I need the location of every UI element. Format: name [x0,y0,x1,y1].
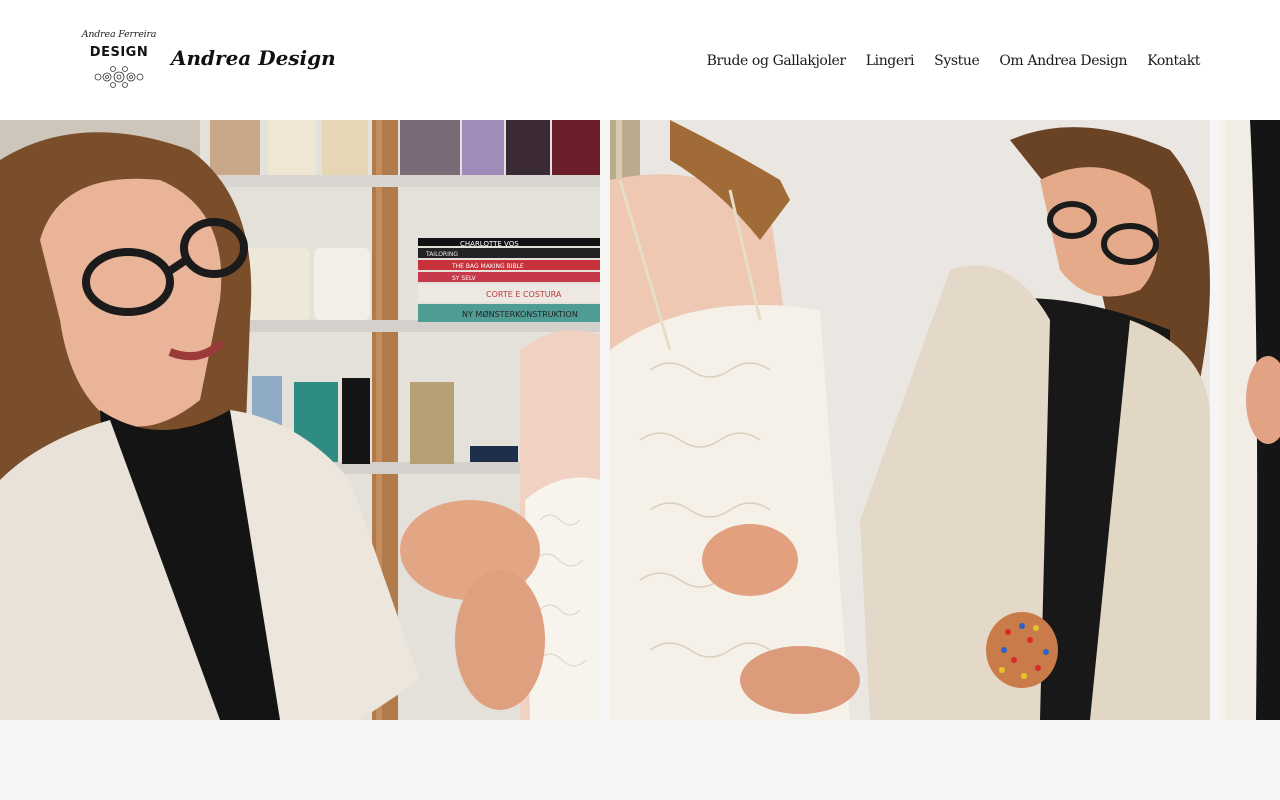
nav-lingeri[interactable]: Lingeri [866,53,915,69]
brand-name: Andrea Design [171,46,336,70]
page-footer-area [0,720,1280,800]
brand-logo: Andrea Ferreira DESIGN [80,28,158,92]
nav-kontakt[interactable]: Kontakt [1147,53,1200,69]
book-title-3: THE BAG MAKING BIBLE [451,263,524,270]
gallery-slide-3[interactable] [1220,120,1280,720]
photo-gallery[interactable]: CHARLOTTE VOS TAILORING THE BAG MAKING B… [0,120,1280,720]
main-navigation: Brude og Gallakjoler Lingeri Systue Om A… [707,49,1201,73]
seamstress-photo-3 [1220,120,1280,720]
logo-design-word: DESIGN [89,45,149,60]
home-logo-link[interactable]: Andrea Ferreira DESIGN Andrea Design [80,28,336,92]
gallery-slide-1[interactable]: CHARLOTTE VOS TAILORING THE BAG MAKING B… [0,120,600,720]
seamstress-photo-1: CHARLOTTE VOS TAILORING THE BAG MAKING B… [0,120,600,720]
book-title-4: SY SELV [452,275,477,282]
nav-brude-og-gallakjoler[interactable]: Brude og Gallakjoler [707,53,846,69]
book-title-1: CHARLOTTE VOS [460,240,519,248]
lace-ornament-icon [94,66,144,88]
book-title-5: CORTE E COSTURA [486,290,562,299]
seamstress-photo-2 [610,120,1210,720]
logo-script-text: Andrea Ferreira [81,29,157,40]
gallery-slide-2[interactable] [610,120,1210,720]
book-title-2: TAILORING [425,251,458,258]
site-header: Andrea Ferreira DESIGN Andrea Design Bru… [0,0,1280,120]
nav-systue[interactable]: Systue [934,53,980,69]
book-title-6: NY MØNSTERKONSTRUKTION [462,309,578,319]
nav-om-andrea-design[interactable]: Om Andrea Design [999,53,1127,69]
